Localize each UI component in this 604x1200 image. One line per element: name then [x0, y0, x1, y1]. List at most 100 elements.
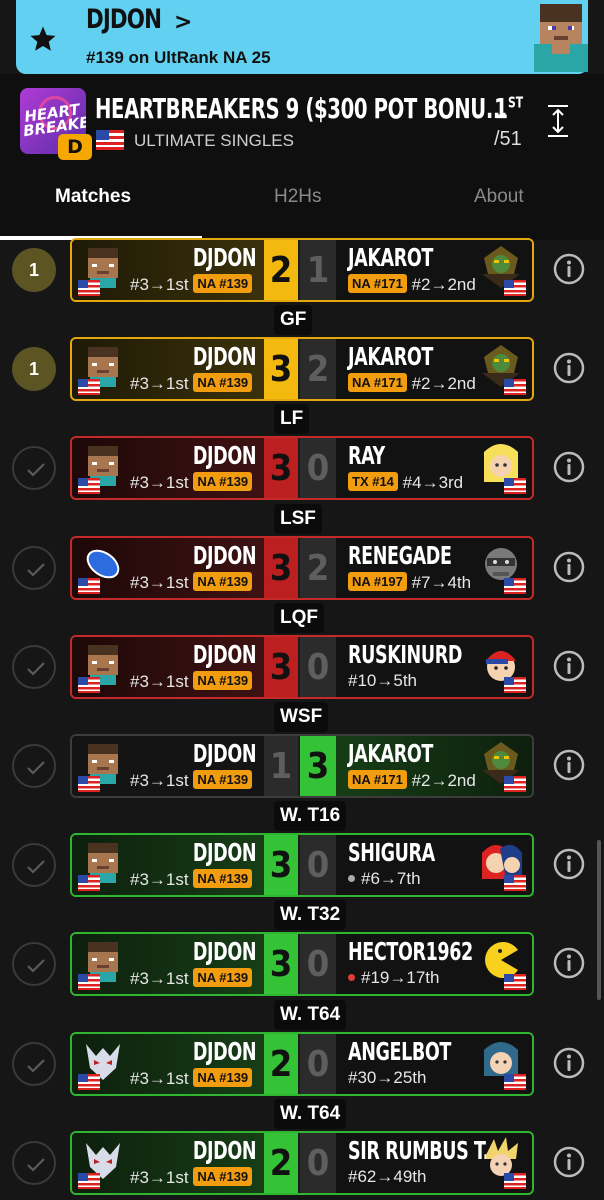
right-player-seed-text: #19→17th	[361, 968, 440, 988]
app-root: DJDON > #139 on UltRank NA 25 HEART BREA…	[0, 0, 604, 1200]
right-player-seed: #6→7th	[348, 869, 421, 889]
info-icon[interactable]	[552, 252, 586, 286]
right-player-seed-text: #7→4th	[411, 572, 472, 592]
match-card[interactable]: DJDON #3→1st NA #139 3 2 RENEGADE NA #19…	[70, 535, 534, 600]
right-score: 2	[300, 339, 336, 400]
completed-check-icon	[12, 843, 56, 888]
left-player-region-tag: NA #139	[193, 373, 253, 393]
right-player-name[interactable]: RAY	[348, 441, 385, 470]
left-score: 3	[264, 438, 298, 499]
us-flag-icon	[504, 379, 526, 396]
tournament-title[interactable]: HEARTBREAKERS 9 ($300 POT BONU...	[95, 92, 507, 125]
right-player-region-tag: TX #14	[348, 472, 398, 492]
left-player-name[interactable]: DJDON	[193, 838, 257, 867]
match-list[interactable]: 1 DJDON #3→1st NA #139 2 1 JAKAROT NA #1…	[0, 238, 604, 1200]
right-player-name[interactable]: SHIGURA	[348, 838, 435, 867]
scrollbar[interactable]	[597, 840, 601, 1000]
left-player-name[interactable]: DJDON	[193, 1037, 257, 1066]
division-badge: D	[58, 134, 92, 160]
right-score: 0	[300, 934, 336, 995]
round-label: WSF	[274, 702, 329, 732]
match-card[interactable]: DJDON #3→1st NA #139 2 1 JAKAROT NA #171…	[70, 238, 534, 302]
info-icon[interactable]	[552, 847, 586, 881]
match-card[interactable]: DJDON #3→1st NA #139 2 0 SIR RUMBUS T...…	[70, 1130, 534, 1195]
right-player-seed: #62→49th	[348, 1167, 426, 1187]
match-card[interactable]: DJDON #3→1st NA #139 3 0 RUSKINURD #10→5…	[70, 634, 534, 699]
us-flag-icon	[504, 875, 526, 892]
left-player-seed: #3→1st NA #139	[130, 770, 253, 791]
tab-matches[interactable]: Matches	[55, 186, 131, 208]
round-label: W. T64	[274, 999, 347, 1030]
banner-player-name[interactable]: DJDON	[86, 4, 162, 35]
us-flag-icon	[504, 776, 526, 792]
status-dot	[348, 974, 355, 982]
match-card[interactable]: DJDON #3→1st NA #139 3 0 HECTOR1962 #19→…	[70, 932, 534, 997]
left-player-seed-text: #3→1st	[130, 1167, 189, 1187]
tab-h2hs[interactable]: H2Hs	[274, 186, 322, 208]
info-icon[interactable]	[552, 550, 586, 584]
match-card[interactable]: DJDON #3→1st NA #139 1 3 JAKAROT NA #171…	[70, 734, 534, 798]
right-player-name[interactable]: JAKAROT	[348, 739, 433, 768]
round-label: W. T32	[274, 900, 347, 931]
info-icon[interactable]	[552, 1046, 586, 1080]
star-icon[interactable]	[28, 24, 58, 54]
left-player-name[interactable]: DJDON	[193, 342, 257, 371]
left-player-name[interactable]: DJDON	[193, 541, 257, 570]
left-player-name[interactable]: DJDON	[193, 243, 257, 272]
right-score: 1	[300, 240, 336, 300]
right-player-name[interactable]: JAKAROT	[348, 243, 433, 272]
us-flag-icon	[78, 1172, 100, 1189]
left-player-seed: #3→1st NA #139	[130, 274, 253, 295]
info-icon[interactable]	[552, 450, 586, 484]
right-player-region-tag: NA #171	[348, 373, 407, 393]
left-player-name[interactable]: DJDON	[193, 739, 257, 768]
completed-check-icon	[12, 744, 56, 788]
right-player-name[interactable]: JAKAROT	[348, 342, 433, 371]
left-player-seed-text: #3→1st	[130, 374, 189, 394]
us-flag-icon	[78, 875, 100, 892]
round-label: LF	[274, 404, 310, 435]
right-player-name[interactable]: RENEGADE	[348, 541, 452, 570]
us-flag-icon	[78, 280, 100, 296]
info-icon[interactable]	[552, 748, 586, 782]
info-icon[interactable]	[552, 649, 586, 683]
right-player-seed-text: #2→2nd	[411, 275, 476, 294]
match-card[interactable]: DJDON #3→1st NA #139 3 2 JAKAROT NA #171…	[70, 337, 534, 402]
player-banner[interactable]: DJDON > #139 on UltRank NA 25	[16, 0, 588, 74]
left-score: 3	[264, 835, 298, 896]
left-player-seed: #3→1st NA #139	[130, 1166, 253, 1188]
right-player-seed-text: #62→49th	[348, 1166, 427, 1186]
left-player-seed: #3→1st NA #139	[130, 472, 253, 493]
left-player-seed: #3→1st NA #139	[130, 1067, 253, 1089]
left-player-name[interactable]: DJDON	[193, 937, 257, 966]
left-player-seed: #3→1st NA #139	[130, 968, 253, 989]
round-label: W. T16	[274, 801, 347, 832]
us-flag-icon	[78, 1073, 100, 1090]
right-player-region-tag: NA #197	[348, 571, 407, 591]
expand-icon[interactable]	[545, 104, 571, 138]
event-name: ULTIMATE SINGLES	[134, 131, 294, 150]
left-player-name[interactable]: DJDON	[193, 640, 257, 669]
placement-suffix: ST	[508, 93, 524, 112]
tab-about[interactable]: About	[474, 186, 524, 208]
right-player-name[interactable]: RUSKINURD	[348, 640, 462, 669]
info-icon[interactable]	[552, 946, 586, 980]
right-player-name[interactable]: ANGELBOT	[348, 1037, 451, 1066]
match-card[interactable]: DJDON #3→1st NA #139 3 0 SHIGURA #6→7th	[70, 833, 534, 898]
right-player-name[interactable]: HECTOR1962	[348, 937, 473, 966]
left-player-seed: #3→1st NA #139	[130, 571, 253, 593]
left-player-region-tag: NA #139	[193, 968, 253, 988]
left-player-name[interactable]: DJDON	[193, 441, 257, 470]
us-flag-icon	[504, 478, 526, 495]
match-card[interactable]: DJDON #3→1st NA #139 2 0 ANGELBOT #30→25…	[70, 1031, 534, 1096]
left-player-name[interactable]: DJDON	[193, 1136, 257, 1165]
info-icon[interactable]	[552, 1145, 586, 1179]
left-player-seed-text: #3→1st	[130, 1068, 189, 1088]
chevron-right-icon[interactable]: >	[174, 10, 192, 35]
status-dot	[348, 875, 355, 883]
steve-avatar	[534, 4, 588, 72]
info-icon[interactable]	[552, 351, 586, 385]
match-card[interactable]: DJDON #3→1st NA #139 3 0 RAY TX #14 #4→3…	[70, 436, 534, 501]
entrant-count: /51	[494, 128, 522, 150]
completed-check-icon	[12, 644, 56, 689]
